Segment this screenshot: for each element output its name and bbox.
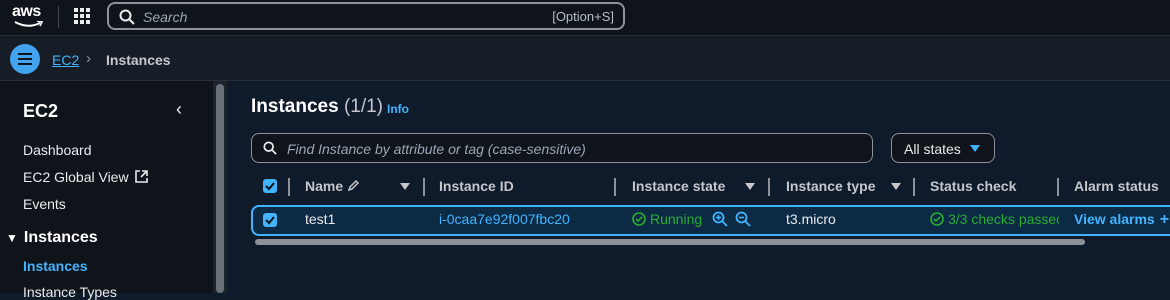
top-navigation-bar: aws Search [Option+S] (0, 0, 1170, 36)
table-horizontal-scrollbar[interactable] (255, 239, 1085, 245)
services-grid-icon[interactable] (74, 8, 90, 24)
state-filter-label: All states (904, 141, 961, 157)
sort-caret-icon[interactable] (400, 183, 410, 190)
instances-panel: Instances (1/1) Info Find Instance by at… (227, 81, 1170, 293)
instance-count: (1/1) (343, 96, 384, 117)
sort-caret-icon[interactable] (745, 183, 755, 190)
sidebar-item-global-view[interactable]: EC2 Global View (23, 169, 148, 185)
state-filter-dropdown[interactable]: All states (891, 133, 995, 163)
sidebar-section-label: Instances (23, 229, 98, 246)
search-icon (119, 9, 135, 25)
column-divider (913, 178, 915, 196)
column-header-name[interactable]: Name (305, 178, 360, 194)
column-header-label: Name (305, 178, 344, 194)
column-divider (768, 178, 770, 196)
sidebar-title: EC2 (23, 101, 59, 121)
column-divider (288, 178, 290, 196)
select-all-checkbox[interactable] (263, 179, 277, 193)
sort-caret-icon[interactable] (891, 183, 901, 190)
sidebar-item-instances[interactable]: Instances (23, 258, 88, 274)
checkmark-icon (265, 216, 275, 225)
column-divider (1057, 178, 1059, 196)
view-alarms-label: View alarms (1074, 211, 1155, 227)
filter-placeholder: Find Instance by attribute or tag (case-… (287, 141, 586, 157)
sidebar-item-dashboard[interactable]: Dashboard (23, 142, 92, 158)
aws-smile-icon (14, 21, 44, 27)
breadcrumb-bar: EC2 › Instances (0, 36, 1170, 81)
topbar-divider (58, 6, 59, 28)
search-placeholder: Search (143, 9, 188, 25)
sidebar-section-instances[interactable]: ▼ Instances (6, 229, 98, 247)
aws-logo-text: aws (12, 3, 41, 20)
success-circle-icon (930, 212, 944, 226)
info-link[interactable]: Info (387, 102, 409, 116)
view-alarms-link[interactable]: View alarms + (1074, 211, 1169, 229)
caret-down-icon (970, 145, 980, 152)
page-title-text: Instances (251, 96, 339, 117)
instance-filter-input[interactable]: Find Instance by attribute or tag (case-… (251, 133, 873, 163)
column-header-status-check[interactable]: Status check (930, 178, 1016, 194)
column-header-instance-state[interactable]: Instance state (632, 178, 725, 194)
search-icon (263, 141, 277, 155)
breadcrumb-ec2-link[interactable]: EC2 (52, 52, 79, 68)
sidebar-item-label: EC2 Global View (23, 169, 129, 185)
edit-pencil-icon (347, 179, 360, 192)
aws-logo[interactable]: aws (12, 2, 46, 32)
instance-state: Running (632, 211, 702, 227)
zoom-in-icon[interactable] (712, 211, 728, 227)
chevron-left-icon[interactable]: ‹ (176, 99, 182, 120)
checkmark-icon (265, 182, 275, 191)
column-header-instance-type[interactable]: Instance type (786, 178, 875, 194)
status-check: 3/3 checks passec (930, 211, 1059, 227)
sidebar-scroll-thumb[interactable] (216, 84, 224, 293)
sidebar: EC2 ‹ Dashboard EC2 Global View Events ▼… (0, 81, 213, 300)
caret-down-icon: ▼ (6, 231, 18, 245)
side-menu-button[interactable] (10, 44, 40, 74)
instance-state-label: Running (650, 211, 703, 227)
instance-type: t3.micro (786, 211, 836, 227)
column-header-alarm-status[interactable]: Alarm status (1074, 178, 1159, 194)
global-search-input[interactable]: Search [Option+S] (107, 2, 625, 30)
chevron-right-icon: › (86, 50, 91, 67)
success-circle-icon (632, 212, 646, 226)
instance-id-link[interactable]: i-0caa7e92f007fbc20 (439, 211, 570, 227)
plus-icon[interactable]: + (1160, 211, 1169, 228)
sidebar-item-events[interactable]: Events (23, 196, 66, 212)
external-link-icon (134, 170, 148, 183)
instance-name: test1 (305, 211, 336, 227)
sidebar-item-instance-types[interactable]: Instance Types (23, 284, 117, 300)
column-header-instance-id[interactable]: Instance ID (439, 178, 514, 194)
row-select-checkbox[interactable] (263, 213, 277, 227)
status-check-label: 3/3 checks passec (948, 211, 1059, 227)
column-divider (614, 178, 616, 196)
breadcrumb-current: Instances (106, 52, 171, 68)
page-title: Instances (1/1) (251, 96, 383, 118)
column-divider (423, 178, 425, 196)
zoom-out-icon[interactable] (735, 211, 751, 227)
search-shortcut: [Option+S] (552, 9, 614, 24)
